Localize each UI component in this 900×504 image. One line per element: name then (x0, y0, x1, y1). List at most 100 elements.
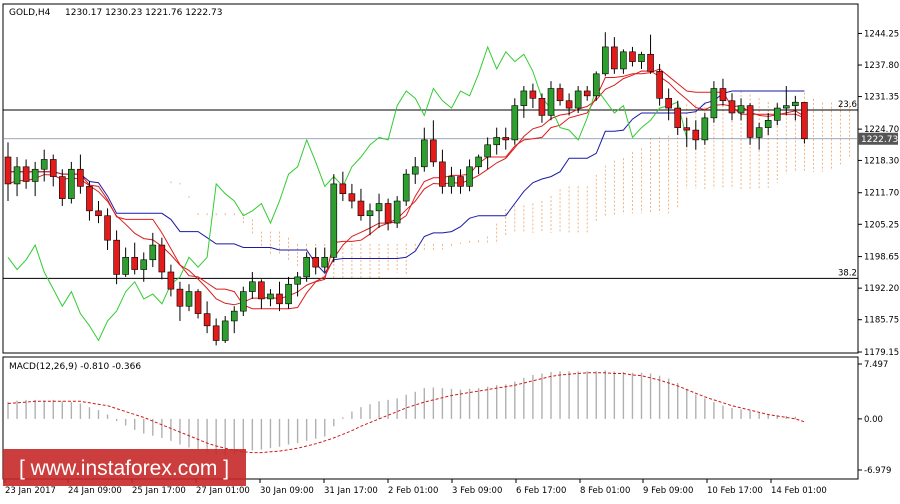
bull-candle (321, 257, 329, 268)
bull-candle (140, 259, 148, 270)
bull-candle (267, 293, 274, 300)
bull-candle (303, 257, 310, 278)
bull-candle (511, 105, 519, 141)
time-tick-label: 8 Feb 01:00 (580, 486, 630, 496)
bear-candle (203, 313, 211, 327)
bear-candle (339, 183, 347, 195)
bull-candle (40, 159, 48, 170)
time-tick-label: 30 Jan 09:00 (260, 486, 314, 496)
macd-tick-label: 7.497 (864, 360, 888, 370)
bear-candle (556, 88, 564, 102)
bull-candle (185, 291, 193, 307)
bear-candle (746, 105, 754, 138)
bear-candle (457, 176, 464, 187)
macd-axis: 7.497 0.00 -6.979 (858, 360, 891, 476)
bear-candle (49, 159, 57, 177)
bull-candle (638, 53, 645, 62)
bear-candle (683, 127, 691, 131)
bear-candle (565, 100, 573, 109)
bull-candle (402, 173, 410, 202)
price-tick-label: 1244.25 (864, 29, 899, 39)
bull-candle (520, 90, 528, 106)
bull-candle (13, 166, 21, 185)
bear-candle (629, 51, 636, 62)
bull-candle (330, 183, 338, 258)
bear-candle (611, 46, 618, 70)
price-tick-label: 1237.80 (864, 61, 899, 71)
bull-candle (737, 105, 745, 114)
bull-candle (773, 107, 781, 121)
bull-candle (764, 120, 772, 128)
bull-candle (547, 88, 555, 116)
bear-candle (104, 215, 111, 241)
bear-candle (692, 129, 700, 141)
bull-candle (755, 127, 763, 138)
bull-candle (574, 90, 582, 109)
bull-candle (230, 310, 238, 322)
bull-candle (601, 46, 609, 75)
bull-candle (475, 156, 482, 168)
bull-candle (493, 137, 501, 146)
bull-candle (701, 117, 709, 141)
time-tick-label: 2 Feb 01:00 (388, 486, 438, 496)
bear-candle (212, 325, 220, 341)
symbol-label: GOLD,H4 (9, 8, 51, 18)
bear-candle (312, 257, 320, 268)
bull-candle (411, 166, 419, 175)
price-tick-label: 1179.15 (864, 348, 899, 358)
bull-candle (122, 257, 129, 275)
bear-candle (22, 166, 30, 182)
bear-candle (113, 239, 120, 275)
bull-candle (249, 281, 256, 292)
price-tick-label: 1218.30 (864, 156, 899, 166)
bear-candle (131, 257, 138, 270)
time-tick-label: 23 Jan 2017 (5, 486, 56, 496)
bear-candle (583, 90, 591, 97)
bear-candle (158, 244, 166, 273)
macd-label: MACD(12,26,9) -0.810 -0.366 (9, 362, 141, 372)
bear-candle (502, 137, 510, 141)
bear-candle (4, 156, 12, 185)
bear-candle (357, 200, 365, 217)
watermark-text: [ www.instaforex.com ] (19, 457, 229, 480)
bull-candle (240, 291, 247, 312)
bear-candle (276, 293, 283, 305)
price-axis: 1244.251237.801231.351224.701218.301211.… (858, 29, 899, 358)
bull-candle (366, 210, 374, 217)
svg-text:1222.73: 1222.73 (861, 135, 898, 145)
bull-candle (31, 168, 39, 182)
bear-candle (194, 291, 202, 314)
trading-chart[interactable]: 23.638.2 1244.251237.801231.351224.70121… (0, 0, 900, 500)
bull-candle (466, 166, 473, 187)
time-tick-label: 14 Feb 01:00 (771, 486, 827, 496)
bull-candle (620, 51, 627, 70)
bear-candle (95, 210, 102, 217)
bull-candle (782, 105, 790, 109)
bear-candle (77, 168, 84, 187)
bull-candle (448, 176, 455, 187)
bear-candle (348, 193, 356, 202)
bull-candle (375, 203, 383, 212)
time-tick-label: 6 Feb 17:00 (516, 486, 566, 496)
bear-candle (665, 97, 672, 109)
bear-candle (674, 107, 682, 128)
bull-candle (68, 168, 75, 199)
bull-candle (294, 276, 301, 285)
bear-candle (719, 88, 727, 102)
bear-candle (167, 271, 175, 290)
time-tick-label: 3 Feb 09:00 (452, 486, 502, 496)
time-tick-label: 25 Jan 17:00 (132, 486, 186, 496)
level-label: 38.2 (838, 268, 857, 278)
bear-candle (384, 203, 392, 224)
bear-candle (647, 53, 654, 72)
bear-candle (656, 71, 663, 99)
price-tick-label: 1198.65 (864, 253, 899, 263)
bull-candle (221, 320, 229, 341)
bear-candle (529, 90, 537, 99)
bull-candle (149, 244, 157, 261)
bull-candle (420, 139, 428, 168)
bull-candle (484, 144, 491, 158)
price-tick-label: 1192.20 (864, 284, 899, 294)
bull-candle (792, 101, 799, 106)
time-tick-label: 9 Feb 09:00 (643, 486, 693, 496)
